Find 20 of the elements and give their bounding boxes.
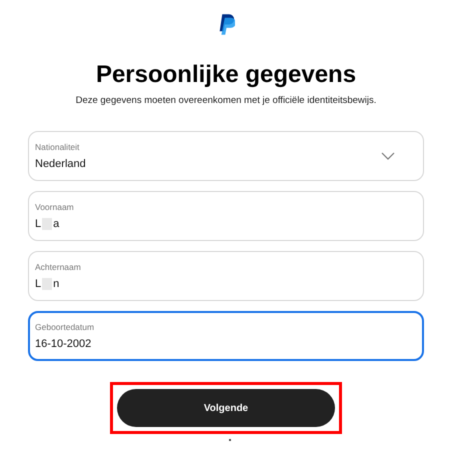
field-label: Nationaliteit: [35, 142, 80, 152]
field-label: Geboortedatum: [35, 322, 94, 332]
field-label: Voornaam: [35, 202, 74, 212]
field-value: L: [35, 278, 42, 290]
next-button[interactable]: Volgende: [117, 389, 335, 427]
page-title: Persoonlijke gegevens: [96, 61, 356, 89]
page-subtitle: Deze gegevens moeten overeenkomen met je officiële identiteitsbewijs.: [76, 95, 376, 106]
dropdown-field[interactable]: Nationaliteit Nederland: [28, 131, 424, 181]
input-field[interactable]: Geboortedatum 16-10-2002: [28, 311, 424, 361]
dot-mark: [229, 439, 231, 441]
logo-icon: [218, 14, 234, 35]
field-value: n: [53, 278, 60, 290]
input-field[interactable]: Achternaam L n: [28, 251, 424, 301]
field-value: L: [35, 218, 42, 230]
field-value: a: [53, 218, 60, 230]
field-value: Nederland: [35, 158, 86, 170]
field-label: Achternaam: [35, 262, 81, 272]
input-field[interactable]: Voornaam L a: [28, 191, 424, 241]
chevron-down-icon: [381, 152, 395, 160]
field-value: 16-10-2002: [35, 338, 92, 350]
